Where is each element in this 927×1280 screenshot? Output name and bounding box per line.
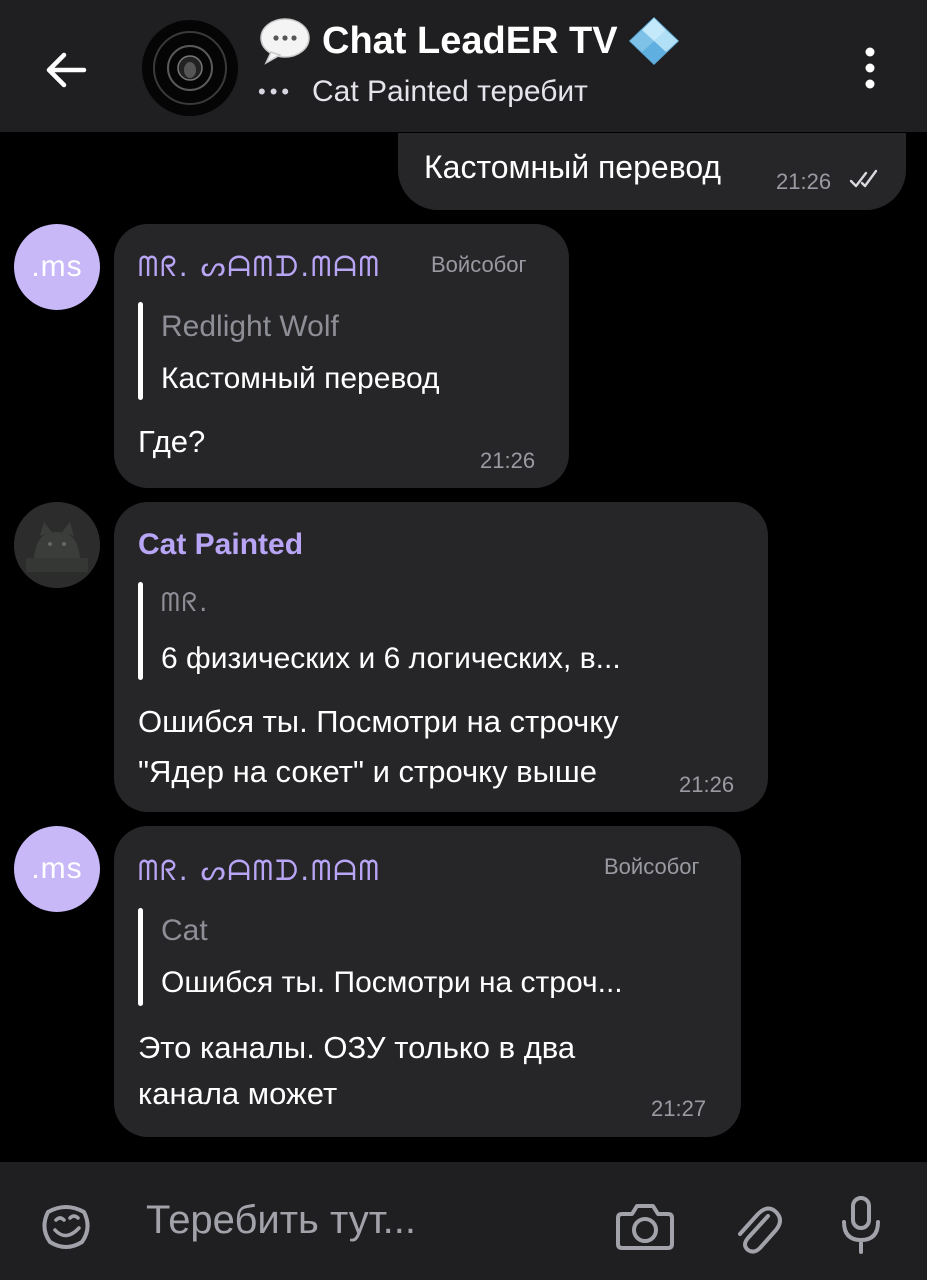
incoming-message[interactable]: ᗰᖇ. ᔕᗩᗰᗪ.ᗰᗩᗰ Войсобог Cat Ошибся ты. Пос… [114, 826, 741, 1137]
quote-text[interactable]: 6 физических и 6 логических, в... [161, 642, 621, 676]
message-time: 21:26 [776, 169, 832, 194]
cat-avatar-icon [14, 502, 100, 588]
avatar[interactable]: .ms [14, 224, 100, 310]
message-text: Кастомный перевод [424, 149, 722, 185]
speech-bubble-icon [260, 18, 310, 65]
message-time: 21:26 [480, 448, 536, 473]
quote-text[interactable]: Ошибся ты. Посмотри на строч... [161, 966, 623, 1000]
sender-role-badge: Войсобог [604, 854, 700, 879]
arrow-left-icon [46, 52, 87, 88]
message-text-line: "Ядер на сокет" и строчку выше [138, 754, 598, 789]
chat-avatar[interactable] [142, 20, 238, 116]
sender-name[interactable]: ᗰᖇ. ᔕᗩᗰᗪ.ᗰᗩᗰ [138, 854, 381, 888]
message-text: Где? [138, 424, 206, 459]
sender-role-badge: Войсобог [431, 252, 527, 277]
sender-name[interactable]: Cat Painted [138, 528, 303, 562]
typing-indicator: ••• [258, 79, 294, 104]
typing-status: Cat Painted теребит [312, 75, 588, 108]
incoming-message[interactable]: Cat Painted ᗰᖇ. 6 физических и 6 логичес… [114, 502, 768, 812]
microphone-icon[interactable] [838, 1194, 884, 1256]
paperclip-icon[interactable] [732, 1198, 782, 1256]
sender-name[interactable]: ᗰᖇ. ᔕᗩᗰᗪ.ᗰᗩᗰ [138, 250, 381, 284]
message-text-line: канала может [138, 1076, 338, 1111]
quote-author[interactable]: ᗰᖇ. [161, 588, 209, 619]
blue-diamond-icon [628, 16, 679, 66]
avatar-initials: .ms [31, 852, 83, 885]
message-input-bar: Теребить тут... [0, 1162, 927, 1280]
more-vertical-icon [865, 47, 875, 89]
message-time: 21:26 [679, 772, 735, 797]
camera-icon[interactable] [614, 1198, 676, 1254]
typing-status-row: ••• Cat Painted теребит [258, 72, 588, 112]
quote-bar [138, 302, 143, 400]
quote-author[interactable]: Redlight Wolf [161, 310, 339, 344]
message-input[interactable]: Теребить тут... [146, 1198, 416, 1243]
message-text-line: Ошибся ты. Посмотри на строчку [138, 704, 619, 739]
double-check-icon [849, 169, 878, 188]
avatar[interactable]: .ms [14, 826, 100, 912]
sticker-smile-icon[interactable] [38, 1198, 94, 1254]
avatar[interactable] [14, 502, 100, 588]
quote-text[interactable]: Кастомный перевод [161, 362, 440, 396]
avatar-initials: .ms [31, 250, 83, 283]
incoming-message[interactable]: ᗰᖇ. ᔕᗩᗰᗪ.ᗰᗩᗰ Войсобог Redlight Wolf Каст… [114, 224, 569, 488]
quote-bar [138, 908, 143, 1006]
back-button[interactable] [40, 44, 92, 96]
quote-bar [138, 582, 143, 680]
chat-title: Chat LeadER TV [322, 19, 618, 62]
more-options-button[interactable] [852, 44, 888, 92]
outgoing-message[interactable]: Кастомный перевод 21:26 [398, 133, 906, 210]
chat-header: Chat LeadER TV ••• Cat Painted теребит [0, 0, 927, 132]
chat-title-row[interactable]: Chat LeadER TV [258, 16, 682, 66]
quote-author[interactable]: Cat [161, 914, 208, 948]
message-time: 21:27 [651, 1096, 707, 1121]
